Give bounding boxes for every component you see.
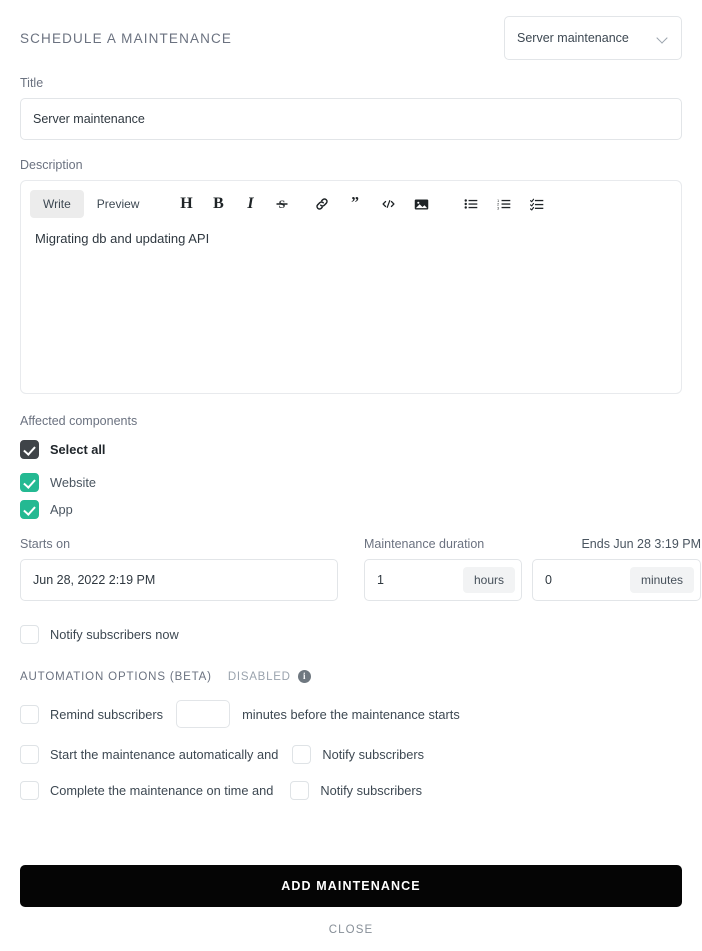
affected-components-group: Affected components Select all Website A…: [20, 414, 682, 519]
heading-icon[interactable]: H: [174, 192, 198, 216]
title-field-group: Title Server maintenance: [20, 76, 682, 140]
start-automatically-checkbox[interactable]: [20, 745, 39, 764]
svg-text:3: 3: [497, 205, 500, 210]
title-input[interactable]: Server maintenance: [20, 98, 682, 140]
duration-minutes-suffix: minutes: [629, 567, 694, 593]
close-button[interactable]: CLOSE: [323, 923, 380, 937]
duration-hours-group: Maintenance duration 1 hours: [364, 537, 522, 601]
page-title: SCHEDULE A MAINTENANCE: [20, 30, 233, 46]
start-notify-subscribers-checkbox[interactable]: [292, 745, 312, 764]
task-list-icon[interactable]: [525, 192, 549, 216]
automation-row-complete: Complete the maintenance on time and Not…: [20, 781, 682, 800]
numbered-list-icon[interactable]: 1 2 3: [492, 192, 516, 216]
duration-hours-value: 1: [377, 573, 384, 587]
maintenance-duration-label: Maintenance duration: [364, 537, 485, 551]
complete-notify-subscribers-checkbox[interactable]: [290, 781, 310, 800]
quote-icon[interactable]: ”: [343, 192, 367, 216]
list-tools: 1 2 3: [459, 192, 549, 216]
tab-preview[interactable]: Preview: [84, 190, 153, 218]
automation-options-title: AUTOMATION OPTIONS (BETA): [20, 670, 212, 683]
ends-at-label: Ends Jun 28 3:19 PM: [581, 537, 701, 551]
component-label-website: Website: [50, 475, 96, 490]
remind-subscribers-label: Remind subscribers: [50, 706, 164, 722]
automation-row-start: Start the maintenance automatically and …: [20, 745, 682, 764]
add-maintenance-button[interactable]: ADD MAINTENANCE: [20, 865, 682, 907]
starts-on-group: Starts on Jun 28, 2022 2:19 PM: [20, 537, 338, 601]
link-icon[interactable]: [310, 192, 334, 216]
insert-tools: ”: [310, 192, 433, 216]
svg-text:”: ”: [352, 197, 360, 211]
bold-icon[interactable]: B: [206, 192, 230, 216]
duration-minutes-group: Ends Jun 28 3:19 PM 0 minutes: [532, 537, 701, 601]
select-all-label: Select all: [50, 442, 106, 457]
starts-on-label: Starts on: [20, 537, 71, 551]
title-label: Title: [20, 76, 44, 90]
duration-hours-suffix: hours: [462, 567, 515, 593]
component-label-app: App: [50, 502, 73, 517]
description-label: Description: [20, 158, 83, 172]
automation-options-header: AUTOMATION OPTIONS (BETA) DISABLED i: [20, 670, 682, 683]
component-checkbox-website[interactable]: [20, 473, 39, 492]
remind-minutes-input[interactable]: [176, 700, 231, 728]
form-header: SCHEDULE A MAINTENANCE Server maintenanc…: [20, 0, 682, 60]
remind-subscribers-trailing-text: minutes before the maintenance starts: [242, 706, 460, 722]
notify-subscribers-now-checkbox[interactable]: [20, 625, 39, 644]
maintenance-template-selected-value: Server maintenance: [517, 31, 629, 45]
tab-write[interactable]: Write: [30, 190, 84, 218]
select-all-checkbox[interactable]: [20, 440, 39, 459]
duration-minutes-value: 0: [545, 573, 552, 587]
form-footer: ADD MAINTENANCE CLOSE: [20, 865, 682, 937]
starts-on-input[interactable]: Jun 28, 2022 2:19 PM: [20, 559, 338, 601]
code-icon[interactable]: [376, 192, 400, 216]
component-row-website[interactable]: Website: [20, 473, 682, 492]
component-row-app[interactable]: App: [20, 500, 682, 519]
automation-row-remind: Remind subscribers minutes before the ma…: [20, 700, 682, 728]
image-icon[interactable]: [409, 192, 433, 216]
duration-hours-input[interactable]: 1 hours: [364, 559, 522, 601]
affected-components-label: Affected components: [20, 414, 138, 428]
start-automatically-label: Start the maintenance automatically and: [50, 747, 279, 762]
select-all-row[interactable]: Select all: [20, 440, 682, 459]
complete-notify-subscribers-label: Notify subscribers: [320, 783, 423, 798]
info-icon[interactable]: i: [297, 670, 311, 683]
start-notify-subscribers-label: Notify subscribers: [322, 747, 425, 762]
strikethrough-icon[interactable]: S: [270, 192, 294, 216]
maintenance-template-select[interactable]: Server maintenance: [504, 16, 682, 60]
schedule-row: Starts on Jun 28, 2022 2:19 PM Maintenan…: [20, 537, 701, 601]
remind-subscribers-checkbox[interactable]: [20, 704, 39, 724]
notify-now-row[interactable]: Notify subscribers now: [20, 625, 682, 644]
editor-toolbar: Write Preview H B I S ” 1 2 3: [21, 181, 681, 227]
italic-icon[interactable]: I: [238, 192, 262, 216]
complete-on-time-checkbox[interactable]: [20, 781, 39, 800]
duration-minutes-input[interactable]: 0 minutes: [532, 559, 701, 601]
schedule-maintenance-form: SCHEDULE A MAINTENANCE Server maintenanc…: [0, 0, 702, 951]
bulleted-list-icon[interactable]: [459, 192, 483, 216]
notify-subscribers-now-label: Notify subscribers now: [50, 627, 179, 642]
text-format-tools: H B I S: [174, 192, 294, 216]
component-checkbox-app[interactable]: [20, 500, 39, 519]
complete-on-time-label: Complete the maintenance on time and: [50, 783, 274, 798]
chevron-down-icon: [657, 32, 669, 44]
automation-status-badge: DISABLED: [227, 670, 291, 683]
description-editor: Write Preview H B I S ” 1 2 3 Migrating …: [20, 180, 682, 394]
description-field-group: Description Write Preview H B I S ” 1 2 …: [20, 158, 682, 394]
description-textarea[interactable]: Migrating db and updating API: [21, 227, 681, 250]
